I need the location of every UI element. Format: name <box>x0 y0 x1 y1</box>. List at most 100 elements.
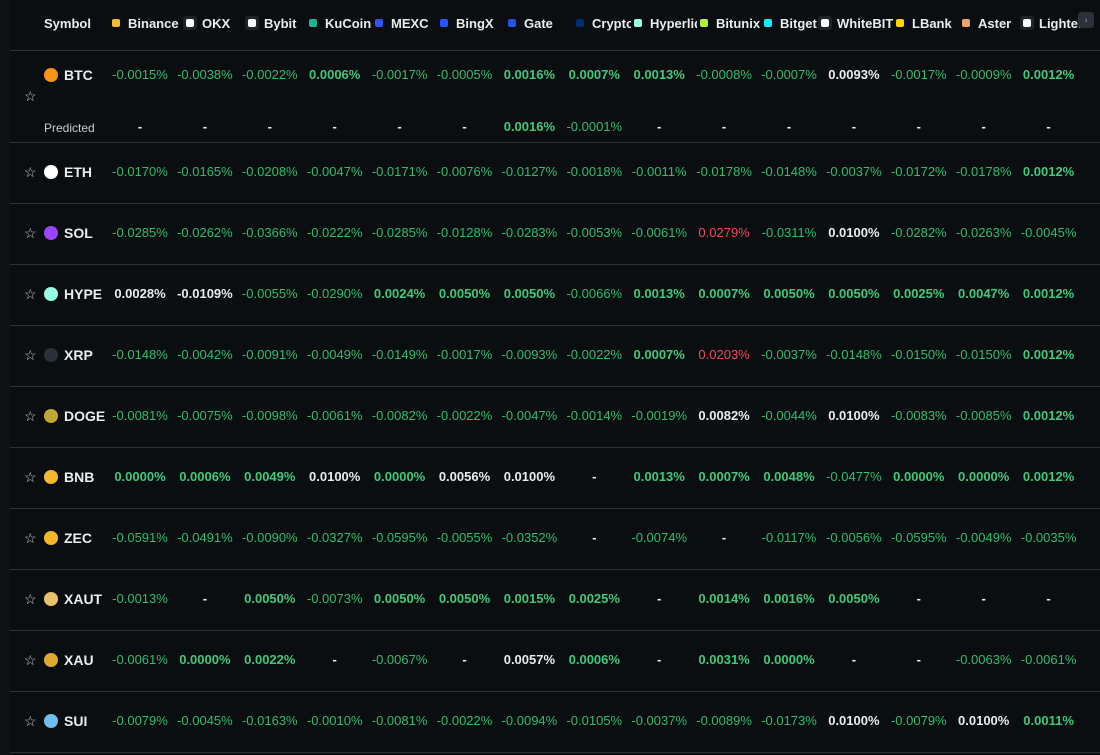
funding-rate-cell[interactable]: 0.0012% <box>1017 469 1081 484</box>
exchange-header-binance[interactable]: Binance <box>109 14 183 32</box>
funding-rate-cell[interactable]: -0.0366% <box>238 225 302 240</box>
funding-rate-cell[interactable]: 0.0000% <box>757 652 821 667</box>
table-row[interactable]: ☆ BNB 0.0000% 0.0006% 0.0049% 0.0100% 0.0000% 0… <box>10 448 1100 509</box>
exchange-header-kucoin[interactable]: KuCoin <box>306 14 372 32</box>
funding-rate-cell[interactable]: -0.0018% <box>562 164 626 179</box>
funding-rate-cell[interactable]: -0.0178% <box>692 164 756 179</box>
funding-rate-cell[interactable]: -0.0038% <box>173 67 237 82</box>
funding-rate-cell[interactable]: -0.0081% <box>368 713 432 728</box>
favorite-star-icon[interactable]: ☆ <box>24 714 38 728</box>
funding-rate-cell[interactable]: -0.0083% <box>887 408 951 423</box>
funding-rate-cell[interactable]: -0.0079% <box>887 713 951 728</box>
funding-rate-cell[interactable]: -0.0022% <box>433 713 497 728</box>
funding-rate-cell[interactable]: 0.0011% <box>1017 713 1081 728</box>
funding-rate-cell[interactable]: -0.0477% <box>822 469 886 484</box>
exchange-header-hyperliquid[interactable]: Hyperliquid <box>631 14 697 32</box>
favorite-star-icon[interactable]: ☆ <box>24 653 38 667</box>
funding-rate-cell[interactable]: -0.0009% <box>952 67 1016 82</box>
funding-rate-cell[interactable]: -0.0045% <box>173 713 237 728</box>
funding-rate-cell[interactable]: - <box>887 652 951 667</box>
funding-rate-cell[interactable]: -0.0042% <box>173 347 237 362</box>
funding-rate-cell[interactable]: -0.0327% <box>303 530 367 545</box>
funding-rate-cell[interactable]: -0.0047% <box>303 164 367 179</box>
funding-rate-cell[interactable]: 0.0057% <box>497 652 561 667</box>
table-row[interactable]: ☆ DOGE -0.0081% -0.0075% -0.0098% -0.0061% -0.… <box>10 387 1100 448</box>
funding-rate-cell[interactable]: -0.0061% <box>303 408 367 423</box>
funding-rate-cell[interactable]: 0.0000% <box>368 469 432 484</box>
symbol-cell[interactable]: SUI <box>44 712 87 730</box>
funding-rate-cell[interactable]: 0.0100% <box>497 469 561 484</box>
funding-rate-cell[interactable]: -0.0098% <box>238 408 302 423</box>
funding-rate-cell[interactable]: -0.0076% <box>433 164 497 179</box>
scroll-right-icon[interactable]: › <box>1078 12 1094 28</box>
funding-rate-cell[interactable]: -0.0082% <box>368 408 432 423</box>
funding-rate-cell[interactable]: -0.0591% <box>108 530 172 545</box>
funding-rate-cell[interactable]: -0.0017% <box>433 347 497 362</box>
table-row[interactable]: ☆ SOL -0.0285% -0.0262% -0.0366% -0.0222% -0.0… <box>10 204 1100 265</box>
funding-rate-cell[interactable]: 0.0013% <box>627 469 691 484</box>
funding-rate-cell[interactable]: -0.0094% <box>497 713 561 728</box>
predicted-rate-cell[interactable]: - <box>952 119 1016 134</box>
funding-rate-cell[interactable]: 0.0013% <box>627 286 691 301</box>
funding-rate-cell[interactable]: - <box>952 591 1016 606</box>
funding-rate-cell[interactable]: 0.0007% <box>692 286 756 301</box>
funding-rate-cell[interactable]: - <box>303 652 367 667</box>
funding-rate-cell[interactable]: -0.0061% <box>1017 652 1081 667</box>
funding-rate-cell[interactable]: -0.0105% <box>562 713 626 728</box>
funding-rate-cell[interactable]: -0.0017% <box>887 67 951 82</box>
funding-rate-cell[interactable]: 0.0093% <box>822 67 886 82</box>
favorite-star-icon[interactable]: ☆ <box>24 165 38 179</box>
funding-rate-cell[interactable]: 0.0025% <box>887 286 951 301</box>
table-row[interactable]: ☆ ETH -0.0170% -0.0165% -0.0208% -0.0047% -0.0… <box>10 143 1100 204</box>
funding-rate-cell[interactable]: 0.0016% <box>757 591 821 606</box>
funding-rate-cell[interactable]: -0.0013% <box>108 591 172 606</box>
funding-rate-cell[interactable]: -0.0285% <box>108 225 172 240</box>
funding-rate-cell[interactable]: -0.0063% <box>952 652 1016 667</box>
predicted-rate-cell[interactable]: - <box>822 119 886 134</box>
funding-rate-cell[interactable]: -0.0173% <box>757 713 821 728</box>
predicted-rate-cell[interactable]: -0.0001% <box>562 119 626 134</box>
favorite-star-icon[interactable]: ☆ <box>24 531 38 545</box>
funding-rate-cell[interactable]: -0.0163% <box>238 713 302 728</box>
predicted-rate-cell[interactable]: 0.0016% <box>497 119 561 134</box>
funding-rate-cell[interactable]: 0.0050% <box>497 286 561 301</box>
funding-rate-cell[interactable]: -0.0019% <box>627 408 691 423</box>
funding-rate-cell[interactable]: -0.0263% <box>952 225 1016 240</box>
funding-rate-cell[interactable]: 0.0050% <box>822 591 886 606</box>
symbol-cell[interactable]: ETH <box>44 163 92 181</box>
funding-rate-cell[interactable]: 0.0012% <box>1017 286 1081 301</box>
funding-rate-cell[interactable]: 0.0028% <box>108 286 172 301</box>
funding-rate-cell[interactable]: -0.0283% <box>497 225 561 240</box>
funding-rate-cell[interactable]: 0.0056% <box>433 469 497 484</box>
funding-rate-cell[interactable]: -0.0037% <box>627 713 691 728</box>
funding-rate-cell[interactable]: - <box>627 591 691 606</box>
funding-rate-cell[interactable]: -0.0056% <box>822 530 886 545</box>
funding-rate-cell[interactable]: 0.0012% <box>1017 347 1081 362</box>
funding-rate-cell[interactable]: -0.0208% <box>238 164 302 179</box>
funding-rate-cell[interactable]: - <box>822 652 886 667</box>
table-row[interactable]: ☆ BTC -0.0015% -0.0038% -0.0022% 0.0006% -0.00… <box>10 51 1100 143</box>
predicted-rate-cell[interactable]: - <box>1017 119 1081 134</box>
funding-rate-cell[interactable]: -0.0262% <box>173 225 237 240</box>
funding-rate-cell[interactable]: -0.0117% <box>757 530 821 545</box>
funding-rate-cell[interactable]: 0.0100% <box>822 225 886 240</box>
predicted-rate-cell[interactable]: - <box>627 119 691 134</box>
funding-rate-cell[interactable]: -0.0008% <box>692 67 756 82</box>
symbol-column-header[interactable]: Symbol <box>44 14 104 32</box>
exchange-header-aster[interactable]: Aster <box>959 14 1020 32</box>
funding-rate-cell[interactable]: 0.0024% <box>368 286 432 301</box>
funding-rate-cell[interactable]: -0.0073% <box>303 591 367 606</box>
exchange-header-bitunix[interactable]: Bitunix <box>697 14 761 32</box>
funding-rate-cell[interactable]: 0.0049% <box>238 469 302 484</box>
table-row[interactable]: ☆ ZEC -0.0591% -0.0491% -0.0090% -0.0327% -0.0… <box>10 509 1100 570</box>
predicted-rate-cell[interactable]: - <box>108 119 172 134</box>
exchange-header-whitebit[interactable]: WhiteBIT <box>818 14 893 32</box>
funding-rate-cell[interactable]: 0.0082% <box>692 408 756 423</box>
funding-rate-cell[interactable]: 0.0000% <box>173 652 237 667</box>
funding-rate-cell[interactable]: -0.0171% <box>368 164 432 179</box>
funding-rate-cell[interactable]: -0.0022% <box>238 67 302 82</box>
funding-rate-cell[interactable]: 0.0016% <box>497 67 561 82</box>
funding-rate-cell[interactable]: -0.0010% <box>303 713 367 728</box>
funding-rate-cell[interactable]: - <box>433 652 497 667</box>
funding-rate-cell[interactable]: -0.0148% <box>108 347 172 362</box>
